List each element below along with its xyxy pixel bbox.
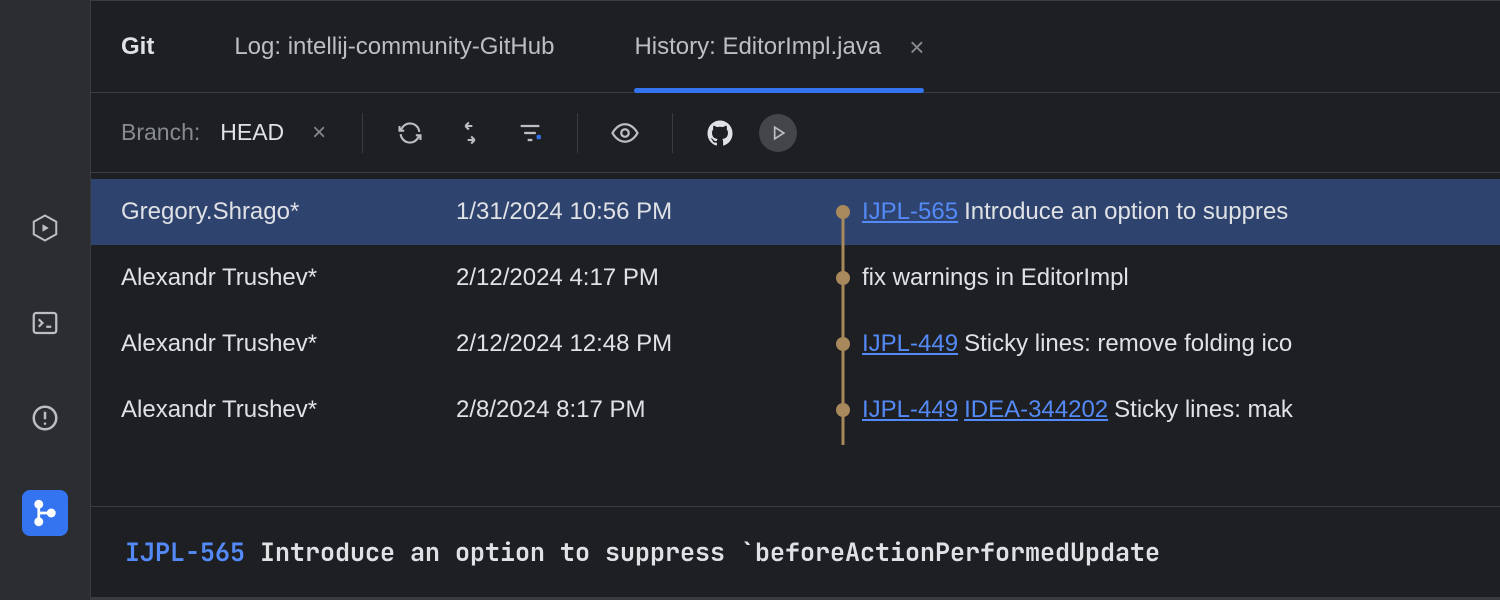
services-tool-button[interactable] bbox=[22, 205, 68, 251]
commit-date: 2/12/2024 12:48 PM bbox=[456, 330, 836, 358]
commit-message: IJPL-449Sticky lines: remove folding ico bbox=[836, 330, 1292, 358]
branch-label: Branch: bbox=[121, 119, 200, 146]
separator bbox=[672, 113, 673, 153]
tab-label: Log: intellij-community-GitHub bbox=[234, 33, 554, 61]
history-toolbar: Branch: HEAD × bbox=[91, 93, 1500, 173]
commit-row[interactable]: Alexandr Trushev* 2/8/2024 8:17 PM IJPL-… bbox=[91, 377, 1500, 443]
clear-branch-icon[interactable]: × bbox=[312, 119, 326, 147]
commit-message: fix warnings in EditorImpl bbox=[836, 264, 1129, 292]
git-panel: Git Log: intellij-community-GitHub Histo… bbox=[90, 0, 1500, 600]
github-icon[interactable] bbox=[699, 112, 741, 154]
commit-detail: IJPL-565 Introduce an option to suppress… bbox=[91, 506, 1500, 597]
issue-link[interactable]: IJPL-449 bbox=[862, 330, 958, 357]
commit-row[interactable]: Gregory.Shrago* 1/31/2024 10:56 PM IJPL-… bbox=[91, 179, 1500, 245]
git-tool-button[interactable] bbox=[22, 490, 68, 536]
commit-author: Alexandr Trushev* bbox=[121, 396, 456, 424]
issue-link[interactable]: IJPL-565 bbox=[862, 198, 958, 225]
panel-title: Git bbox=[121, 33, 154, 61]
commit-row[interactable]: Alexandr Trushev* 2/12/2024 12:48 PM IJP… bbox=[91, 311, 1500, 377]
detail-message: Introduce an option to suppress `beforeA… bbox=[260, 535, 1160, 569]
compare-icon[interactable] bbox=[449, 112, 491, 154]
issue-link[interactable]: IJPL-449 bbox=[862, 396, 958, 423]
commit-row[interactable]: Alexandr Trushev* 2/12/2024 4:17 PM fix … bbox=[91, 245, 1500, 311]
commit-message: IJPL-449IDEA-344202Sticky lines: mak bbox=[836, 396, 1293, 424]
commit-date: 1/31/2024 10:56 PM bbox=[456, 198, 836, 226]
separator bbox=[362, 113, 363, 153]
graph-node-icon bbox=[836, 403, 850, 417]
commit-author: Gregory.Shrago* bbox=[121, 198, 456, 226]
graph-node-icon bbox=[836, 271, 850, 285]
tool-window-rail bbox=[0, 0, 90, 600]
issue-link[interactable]: IDEA-344202 bbox=[964, 396, 1108, 423]
git-tabbar: Git Log: intellij-community-GitHub Histo… bbox=[91, 1, 1500, 93]
separator bbox=[577, 113, 578, 153]
problems-tool-button[interactable] bbox=[22, 395, 68, 441]
tab-history[interactable]: History: EditorImpl.java × bbox=[634, 1, 924, 92]
graph-node-icon bbox=[836, 337, 850, 351]
commit-author: Alexandr Trushev* bbox=[121, 330, 456, 358]
branch-value[interactable]: HEAD bbox=[220, 119, 284, 146]
detail-issue[interactable]: IJPL-565 bbox=[125, 535, 245, 569]
close-icon[interactable]: × bbox=[909, 34, 924, 60]
eye-icon[interactable] bbox=[604, 112, 646, 154]
filter-icon[interactable] bbox=[509, 112, 551, 154]
graph-node-icon bbox=[836, 205, 850, 219]
commit-list: Gregory.Shrago* 1/31/2024 10:56 PM IJPL-… bbox=[91, 173, 1500, 506]
commit-date: 2/8/2024 8:17 PM bbox=[456, 396, 836, 424]
terminal-tool-button[interactable] bbox=[22, 300, 68, 346]
refresh-icon[interactable] bbox=[389, 112, 431, 154]
commit-date: 2/12/2024 4:17 PM bbox=[456, 264, 836, 292]
commit-message: IJPL-565Introduce an option to suppres bbox=[836, 198, 1288, 226]
tab-label: History: EditorImpl.java bbox=[634, 33, 881, 61]
run-icon[interactable] bbox=[759, 114, 797, 152]
tab-log[interactable]: Log: intellij-community-GitHub bbox=[234, 1, 554, 92]
commit-author: Alexandr Trushev* bbox=[121, 264, 456, 292]
